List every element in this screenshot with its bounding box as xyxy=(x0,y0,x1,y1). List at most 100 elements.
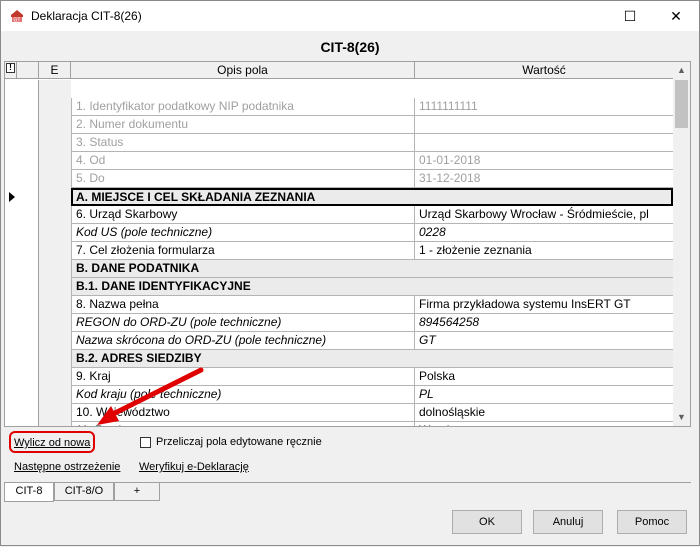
field-description: B.1. DANE IDENTYFIKACYJNE xyxy=(71,278,673,296)
tab-cit8o[interactable]: CIT-8/O xyxy=(54,483,114,501)
row-bar-cell xyxy=(17,296,39,314)
row-indicator xyxy=(5,224,17,242)
declaration-grid[interactable]: ! E Opis pola Wartość 1. Identyfikator p… xyxy=(4,61,691,427)
row-bar-cell xyxy=(17,188,39,206)
table-row[interactable]: A. MIEJSCE I CEL SKŁADANIA ZEZNANIA xyxy=(5,188,673,206)
help-button[interactable]: Pomoc xyxy=(617,510,687,534)
verify-edeclaration-link[interactable]: Weryfikuj e-Deklarację xyxy=(139,461,249,473)
table-row[interactable]: 4. Od 01-01-2018 xyxy=(5,152,673,170)
row-bar-cell xyxy=(17,386,39,404)
recalc-manual-label: Przeliczaj pola edytowane ręcznie xyxy=(156,436,322,448)
close-icon[interactable]: ✕ xyxy=(653,1,699,31)
row-indicator xyxy=(5,152,17,170)
field-description: 4. Od xyxy=(71,152,415,170)
field-value[interactable]: 31-12-2018 xyxy=(415,170,673,188)
row-indicator xyxy=(5,368,17,386)
field-value[interactable] xyxy=(415,116,673,134)
field-description: 9. Kraj xyxy=(71,368,415,386)
field-description: 10. Województwo xyxy=(71,404,415,422)
window-title: Deklaracja CIT-8(26) xyxy=(31,9,142,23)
field-value[interactable]: 0228 xyxy=(415,224,673,242)
field-value[interactable]: 01-01-2018 xyxy=(415,152,673,170)
vertical-scrollbar[interactable]: ▲ ▼ xyxy=(673,62,690,426)
row-indicator xyxy=(5,278,17,296)
table-row[interactable]: 5. Do 31-12-2018 xyxy=(5,170,673,188)
field-value[interactable]: Urząd Skarbowy Wrocław - Śródmieście, pl xyxy=(415,206,673,224)
scroll-down-icon[interactable]: ▼ xyxy=(673,409,690,426)
field-value[interactable]: PL xyxy=(415,386,673,404)
warning-icon: ! xyxy=(6,63,15,73)
recalc-manual-checkbox[interactable] xyxy=(140,437,151,448)
table-row[interactable]: 6. Urząd Skarbowy Urząd Skarbowy Wrocław … xyxy=(5,206,673,224)
table-row[interactable]: 10. Województwo dolnośląskie xyxy=(5,404,673,422)
desc-column-header[interactable]: Opis pola xyxy=(71,62,415,79)
table-row[interactable] xyxy=(5,80,673,98)
row-indicator xyxy=(5,80,17,98)
e-cell xyxy=(39,296,71,314)
maximize-icon[interactable]: ☐ xyxy=(607,1,653,31)
row-bar-cell xyxy=(17,224,39,242)
value-column-header[interactable]: Wartość xyxy=(415,62,673,79)
field-value[interactable]: Polska xyxy=(415,368,673,386)
e-cell xyxy=(39,386,71,404)
table-row[interactable]: 3. Status xyxy=(5,134,673,152)
table-row[interactable]: Nazwa skrócona do ORD-ZU (pole techniczn… xyxy=(5,332,673,350)
e-cell xyxy=(39,224,71,242)
field-value[interactable]: 1 - złożenie zeznania xyxy=(415,242,673,260)
e-cell xyxy=(39,422,71,426)
field-description: A. MIEJSCE I CEL SKŁADANIA ZEZNANIA xyxy=(71,188,673,206)
row-indicator xyxy=(5,206,17,224)
e-cell xyxy=(39,98,71,116)
field-value[interactable]: GT xyxy=(415,332,673,350)
field-description: 1. Identyfikator podatkowy NIP podatnika xyxy=(71,98,415,116)
row-indicator xyxy=(5,386,17,404)
table-row[interactable]: Kod kraju (pole techniczne) PL xyxy=(5,386,673,404)
title-bar[interactable]: GT Deklaracja CIT-8(26) ☐ ✕ xyxy=(1,1,699,31)
table-row[interactable]: 8. Nazwa pełna Firma przykładowa systemu … xyxy=(5,296,673,314)
row-indicator xyxy=(5,404,17,422)
row-bar-cell xyxy=(17,332,39,350)
field-description: Nazwa skrócona do ORD-ZU (pole techniczn… xyxy=(71,332,415,350)
row-bar-cell xyxy=(17,170,39,188)
e-column-header[interactable]: E xyxy=(39,62,71,79)
table-row[interactable]: B.2. ADRES SIEDZIBY xyxy=(5,350,673,368)
table-row[interactable]: 7. Cel złożenia formularza 1 - złożenie z… xyxy=(5,242,673,260)
table-row[interactable]: 2. Numer dokumentu xyxy=(5,116,673,134)
e-cell xyxy=(39,134,71,152)
table-row[interactable]: 11. PowiatWrocław xyxy=(5,422,673,426)
field-value[interactable]: 1111111111 xyxy=(415,98,673,116)
row-bar-cell xyxy=(17,278,39,296)
row-indicator xyxy=(5,116,17,134)
row-indicator xyxy=(5,170,17,188)
next-warning-link[interactable]: Następne ostrzeżenie xyxy=(14,461,120,473)
field-value[interactable] xyxy=(415,134,673,152)
field-description: 2. Numer dokumentu xyxy=(71,116,415,134)
e-cell xyxy=(39,242,71,260)
table-row[interactable]: REGON do ORD-ZU (pole techniczne) 8945642… xyxy=(5,314,673,332)
row-bar-cell xyxy=(17,242,39,260)
table-row[interactable]: B. DANE PODATNIKA xyxy=(5,260,673,278)
e-cell xyxy=(39,170,71,188)
e-cell xyxy=(39,152,71,170)
tab-add[interactable]: + xyxy=(114,483,160,501)
field-description: REGON do ORD-ZU (pole techniczne) xyxy=(71,314,415,332)
e-cell xyxy=(39,260,71,278)
table-row[interactable]: 9. Kraj Polska xyxy=(5,368,673,386)
table-row[interactable]: 1. Identyfikator podatkowy NIP podatnika… xyxy=(5,98,673,116)
table-row[interactable]: Kod US (pole techniczne) 0228 xyxy=(5,224,673,242)
scroll-thumb[interactable] xyxy=(675,80,688,128)
cancel-button[interactable]: Anuluj xyxy=(533,510,603,534)
field-value[interactable]: Firma przykładowa systemu InsERT GT xyxy=(415,296,673,314)
row-bar-cell xyxy=(17,404,39,422)
form-tabs: CIT-8 CIT-8/O + xyxy=(4,482,691,502)
field-value[interactable]: dolnośląskie xyxy=(415,404,673,422)
field-value[interactable]: Wrocław xyxy=(415,422,673,426)
table-row[interactable]: B.1. DANE IDENTYFIKACYJNE xyxy=(5,278,673,296)
row-bar-cell xyxy=(17,422,39,426)
e-cell xyxy=(39,314,71,332)
ok-button[interactable]: OK xyxy=(452,510,522,534)
scroll-up-icon[interactable]: ▲ xyxy=(673,62,690,79)
tab-cit8[interactable]: CIT-8 xyxy=(4,483,54,502)
warn-column-header[interactable]: ! xyxy=(5,62,17,79)
field-value[interactable]: 894564258 xyxy=(415,314,673,332)
